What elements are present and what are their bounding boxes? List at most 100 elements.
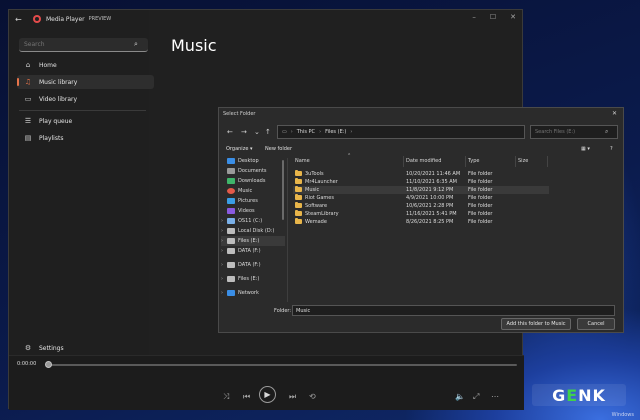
up-arrow-icon[interactable]: ↑ xyxy=(265,128,271,136)
minimize-icon[interactable]: – xyxy=(472,13,476,21)
tree-item-files-e-2[interactable]: › Files (E:) xyxy=(221,274,285,284)
breadcrumb-files-e[interactable]: Files (E:) xyxy=(325,129,346,135)
chevron-right-icon: › xyxy=(290,129,293,135)
tree-item-desktop[interactable]: Desktop xyxy=(221,156,285,166)
volume-icon[interactable]: 🔈 xyxy=(455,392,465,401)
tree-item-local-disk-d[interactable]: › Local Disk (D:) xyxy=(221,226,285,236)
file-date: 11/10/2021 6:35 AM xyxy=(406,179,457,185)
drive-icon xyxy=(227,276,235,282)
tree-item-videos[interactable]: Videos xyxy=(221,206,285,216)
nav-settings[interactable]: ⚙ Settings xyxy=(17,341,154,355)
organize-button[interactable]: Organize ▾ xyxy=(226,146,253,152)
tree-item-music[interactable]: Music xyxy=(221,186,285,196)
folder-icon xyxy=(295,178,302,184)
play-button[interactable]: ▶ xyxy=(259,386,276,403)
add-folder-button[interactable]: Add this folder to Music xyxy=(501,318,571,330)
nav-playlists[interactable]: ▤ Playlists xyxy=(17,131,154,145)
nav-pane-scrollbar[interactable] xyxy=(282,160,284,220)
column-header-type[interactable]: Type xyxy=(468,158,479,164)
forward-arrow-icon[interactable]: → xyxy=(241,128,247,136)
tree-label: DATA (F:) xyxy=(238,248,261,254)
file-row[interactable]: 3uTools 10/20/2021 11:46 AM File folder xyxy=(293,170,549,178)
file-name: Software xyxy=(305,203,328,209)
breadcrumb-this-pc[interactable]: This PC xyxy=(297,129,315,135)
nav-music-library[interactable]: ♫ Music library xyxy=(17,75,154,89)
tree-item-data-f[interactable]: › DATA (F:) xyxy=(221,246,285,256)
tree-item-os11-c[interactable]: › OS11 (C:) xyxy=(221,216,285,226)
close-icon[interactable]: ✕ xyxy=(612,110,617,117)
tree-item-data-f-2[interactable]: › DATA (F:) xyxy=(221,260,285,270)
column-divider xyxy=(547,156,548,167)
file-name: Wemade xyxy=(305,219,327,225)
tree-item-network[interactable]: › Network xyxy=(221,288,285,298)
app-logo-icon xyxy=(33,15,41,23)
address-field[interactable]: ▭ › This PC › Files (E:) › ⌄ ⟳ xyxy=(277,125,576,139)
file-name: Mr4Launcher xyxy=(305,179,338,185)
back-arrow-icon[interactable]: ← xyxy=(15,15,27,24)
file-type: File folder xyxy=(468,219,493,225)
file-row[interactable]: Mr4Launcher 11/10/2021 6:35 AM File fold… xyxy=(293,178,549,186)
progress-track[interactable] xyxy=(47,364,517,366)
file-name: SteamLibrary xyxy=(305,211,339,217)
column-header-name[interactable]: Name xyxy=(295,158,310,164)
help-icon[interactable]: ? xyxy=(610,146,613,152)
drive-icon xyxy=(227,262,235,268)
recent-chevron-icon[interactable]: ⌄ xyxy=(254,128,260,136)
column-divider xyxy=(403,156,404,167)
desktop-icon xyxy=(227,158,235,164)
file-row[interactable]: Software 10/6/2021 2:28 PM File folder xyxy=(293,202,549,210)
nav-home[interactable]: ⌂ Home xyxy=(17,58,154,72)
file-date: 11/16/2021 5:41 PM xyxy=(406,211,457,217)
file-row-selected[interactable]: Music 11/8/2021 9:12 PM File folder xyxy=(293,186,549,194)
drive-icon xyxy=(227,248,235,254)
search-input[interactable] xyxy=(24,41,134,48)
chevron-right-icon: › xyxy=(350,129,353,135)
file-row[interactable]: Riot Games 4/9/2021 10:00 PM File folder xyxy=(293,194,549,202)
tree-label: DATA (F:) xyxy=(238,262,261,268)
back-arrow-icon[interactable]: ← xyxy=(227,128,233,136)
nav-label: Home xyxy=(39,61,57,69)
nav-video-library[interactable]: ▭ Video library xyxy=(17,92,154,106)
file-row[interactable]: SteamLibrary 11/16/2021 5:41 PM File fol… xyxy=(293,210,549,218)
nav-play-queue[interactable]: ☰ Play queue xyxy=(17,114,154,128)
drive-icon: ▭ xyxy=(282,129,287,135)
tree-item-pictures[interactable]: Pictures xyxy=(221,196,285,206)
progress-knob[interactable] xyxy=(45,361,52,368)
dialog-search-input[interactable] xyxy=(535,129,605,135)
search-icon[interactable]: ⌕ xyxy=(605,128,608,136)
folder-input[interactable] xyxy=(292,305,615,316)
dialog-search-box[interactable]: ⌕ xyxy=(530,125,618,139)
shuffle-icon[interactable]: ⤨ xyxy=(223,392,229,402)
gear-icon: ⚙ xyxy=(24,344,32,352)
active-indicator xyxy=(17,78,19,86)
sort-up-icon: ⌃ xyxy=(347,153,352,159)
search-icon[interactable]: ⌕ xyxy=(134,40,138,49)
maximize-icon[interactable]: ☐ xyxy=(490,13,496,21)
tree-label: Files (E:) xyxy=(238,276,260,282)
tree-label: Videos xyxy=(238,208,255,214)
tree-label: Downloads xyxy=(238,178,266,184)
repeat-icon[interactable]: ⟲ xyxy=(309,392,316,401)
tree-item-downloads[interactable]: Downloads xyxy=(221,176,285,186)
previous-icon[interactable]: ⏮ xyxy=(243,392,250,402)
fullscreen-icon[interactable]: ⤢ xyxy=(473,392,479,402)
tree-item-documents[interactable]: Documents xyxy=(221,166,285,176)
column-header-date[interactable]: Date modified xyxy=(406,158,441,164)
new-folder-button[interactable]: New folder xyxy=(265,146,292,152)
pane-divider xyxy=(287,158,288,302)
file-date: 8/26/2021 8:25 PM xyxy=(406,219,454,225)
next-icon[interactable]: ⏭ xyxy=(289,392,296,402)
search-box[interactable]: ⌕ xyxy=(19,38,148,52)
cancel-button[interactable]: Cancel xyxy=(577,318,615,330)
tree-label: Documents xyxy=(238,168,267,174)
nav-label: Video library xyxy=(39,95,78,103)
view-options-icon[interactable]: ▦ ▾ xyxy=(581,146,590,152)
close-icon[interactable]: ✕ xyxy=(510,13,516,21)
command-bar: Organize ▾ New folder ▦ ▾ ? xyxy=(219,144,625,156)
nav-divider xyxy=(19,110,146,111)
page-title: Music xyxy=(171,36,217,55)
column-header-size[interactable]: Size xyxy=(518,158,528,164)
file-row[interactable]: Wemade 8/26/2021 8:25 PM File folder xyxy=(293,218,549,226)
more-options-icon[interactable]: ⋯ xyxy=(491,392,499,401)
tree-item-files-e[interactable]: › Files (E:) xyxy=(221,236,285,246)
